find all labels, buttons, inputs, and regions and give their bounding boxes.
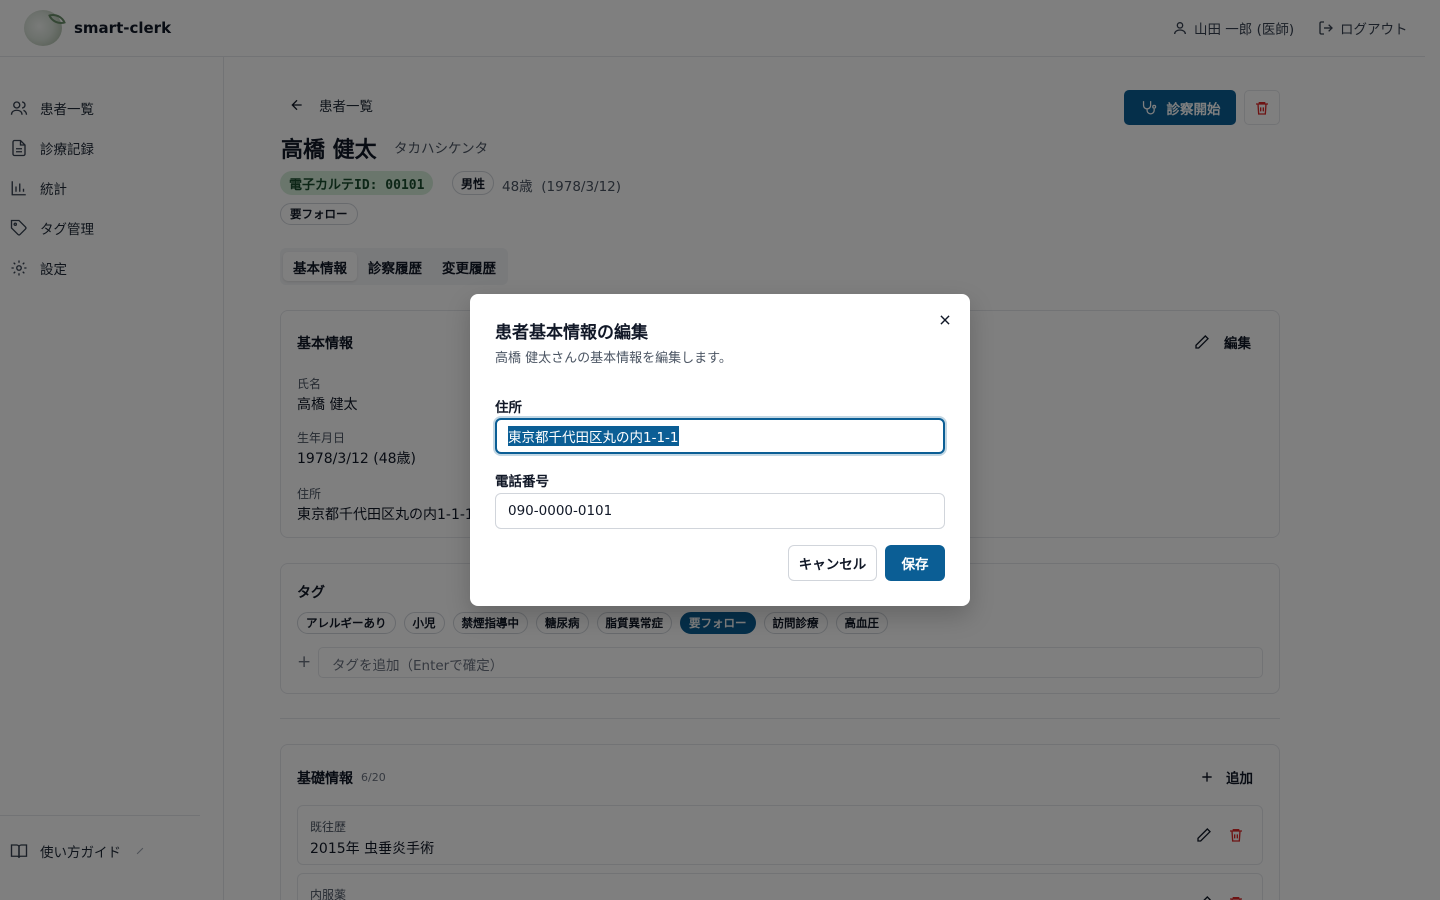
- cancel-button[interactable]: キャンセル: [788, 545, 877, 581]
- close-dialog-button[interactable]: [936, 311, 954, 329]
- dialog-title: 患者基本情報の編集: [495, 323, 648, 343]
- phone-field-label: 電話番号: [495, 474, 549, 490]
- phone-field[interactable]: 090-0000-0101: [495, 493, 945, 529]
- phone-field-value: 090-0000-0101: [508, 503, 613, 519]
- address-field-value: 東京都千代田区丸の内1-1-1: [508, 426, 679, 446]
- address-field[interactable]: 東京都千代田区丸の内1-1-1: [495, 418, 945, 454]
- close-icon: [940, 315, 950, 325]
- dialog-description: 高橋 健太さんの基本情報を編集します。: [495, 351, 732, 366]
- edit-patient-dialog: 患者基本情報の編集 高橋 健太さんの基本情報を編集します。 住所 東京都千代田区…: [470, 294, 970, 606]
- save-button[interactable]: 保存: [885, 545, 945, 581]
- address-field-label: 住所: [495, 400, 522, 416]
